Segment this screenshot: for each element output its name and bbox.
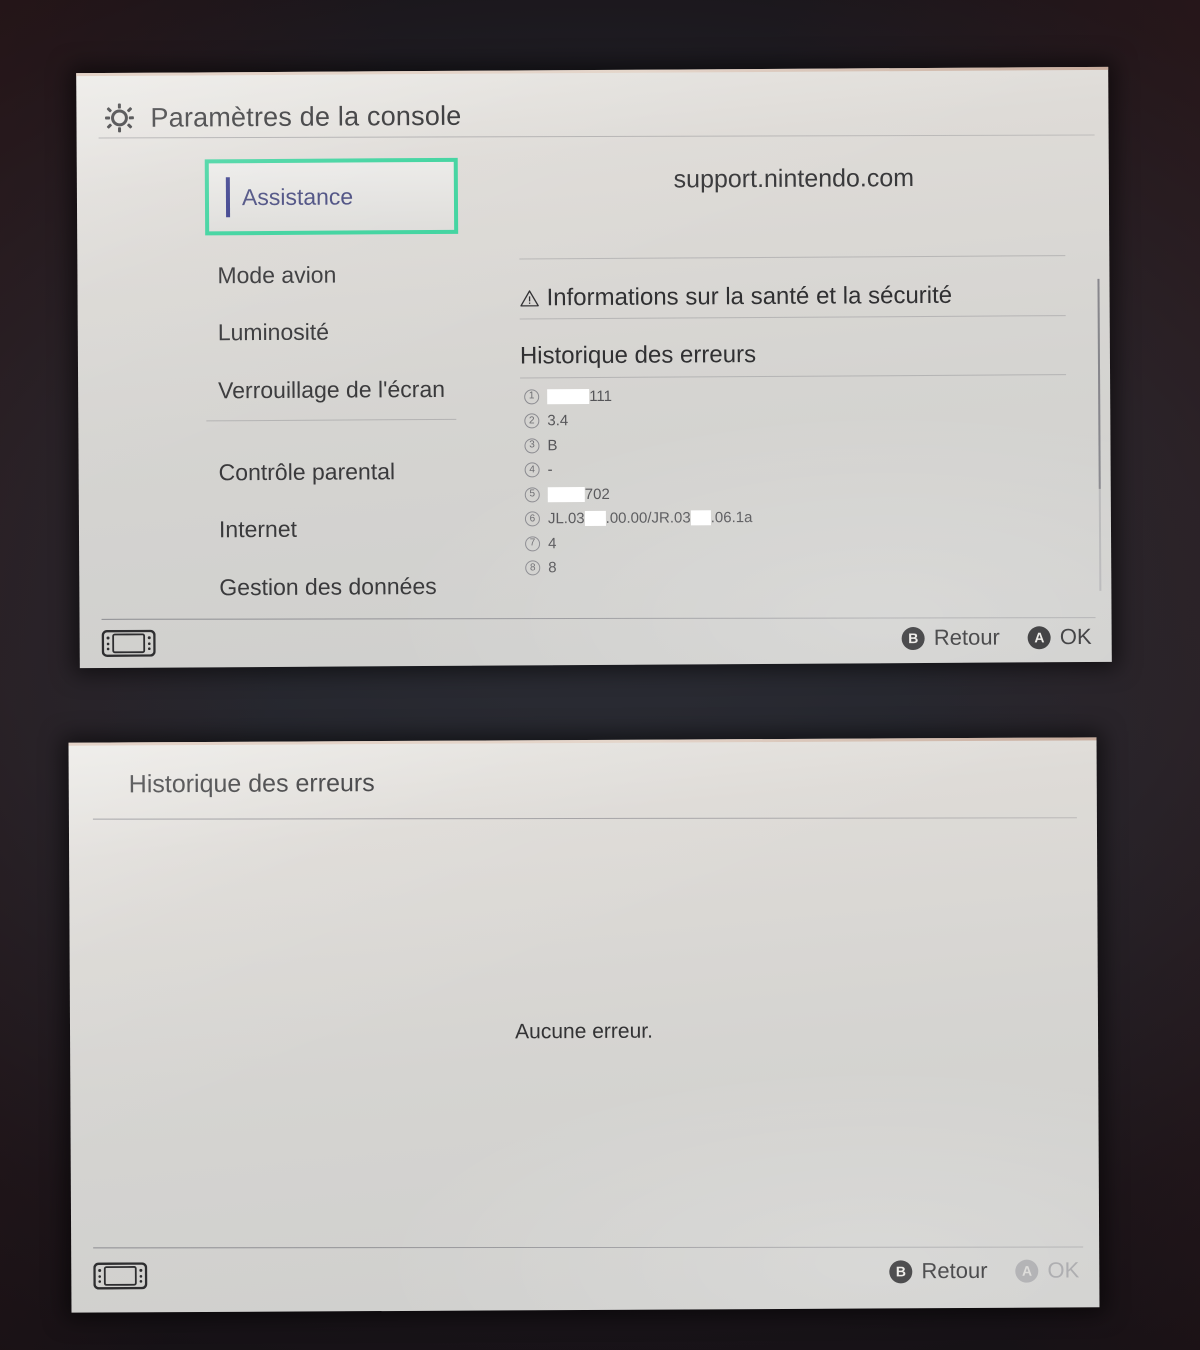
console-info-row: 74 (525, 530, 753, 556)
sidebar-item-internet[interactable]: Internet (219, 516, 297, 543)
sidebar-item-assistance[interactable]: Assistance (204, 157, 459, 236)
console-info-index: 2 (524, 413, 540, 429)
sidebar-item-verrouillage-ecran[interactable]: Verrouillage de l'écran (218, 376, 445, 404)
error-history-screen: Historique des erreurs Aucune erreur. B … (68, 737, 1100, 1313)
sidebar-item-mode-avion[interactable]: Mode avion (217, 262, 336, 290)
console-info-text: .06.1a (710, 509, 753, 527)
selection-cursor-bar (225, 177, 231, 218)
hint-back[interactable]: B Retour (901, 624, 1000, 652)
gear-icon (105, 103, 134, 133)
a-button-icon: A (1027, 625, 1051, 649)
settings-sidebar: Assistance Mode avion Luminosité Verroui… (99, 153, 472, 616)
console-info-row: 2 3.4 (524, 408, 752, 434)
console-info-text: JL.03 (547, 510, 585, 528)
console-info-list: 1 111 2 3.4 3 B 4-5 702 6 JL.03.00.00/JR.03.06.1a… (524, 383, 753, 580)
console-info-index: 7 (525, 536, 541, 552)
console-info-text: 8 (548, 559, 557, 577)
console-info-value: B (547, 437, 557, 454)
sidebar-item-controle-parental[interactable]: Contrôle parental (219, 458, 396, 486)
console-info-row: 88 (525, 555, 753, 581)
error-history-title: Historique des erreurs (128, 769, 375, 799)
console-info-text: 4 (548, 534, 557, 553)
console-info-row: 3B (524, 432, 752, 458)
redacted-block (547, 486, 585, 503)
menu-item-label: Informations sur la santé et la sécurité (546, 281, 953, 312)
warning-triangle-icon (520, 290, 539, 307)
support-url-text: support.nintendo.com (673, 164, 915, 194)
console-settings-screen: Paramètres de la console Assistance Mode… (76, 66, 1112, 669)
console-info-text: - (547, 461, 553, 479)
hint-ok-label: OK (1047, 1257, 1080, 1283)
console-info-text: 111 (589, 387, 613, 405)
content-divider-bottom (520, 374, 1067, 379)
sidebar-item-luminosite[interactable]: Luminosité (218, 319, 329, 347)
hint-ok: A OK (1015, 1257, 1079, 1283)
hint-ok-label: OK (1059, 623, 1092, 650)
redacted-block (584, 511, 606, 527)
console-info-index: 6 (524, 511, 540, 527)
console-info-value: 8 (548, 559, 556, 576)
menu-item-error-history[interactable]: Historique des erreurs (520, 341, 756, 370)
console-info-row: 4- (524, 457, 753, 483)
footer-bar: B Retour A OK (101, 614, 1092, 666)
empty-state-message: Aucune erreur. (515, 1019, 653, 1044)
content-divider-mid (519, 315, 1066, 320)
footer-bar: B Retour A OK (93, 1247, 1079, 1298)
console-info-row: 5 702 (524, 481, 753, 507)
button-hints: B Retour A OK (901, 623, 1092, 652)
switch-console-icon (101, 629, 156, 657)
console-info-value: JL.03 .00.00/JR.03 .06.1a (548, 509, 753, 527)
sidebar-item-gestion-donnees[interactable]: Gestion des données (219, 573, 437, 601)
sidebar-divider (206, 418, 457, 422)
settings-main-content: support.nintendo.com Informations sur la… (497, 149, 1094, 614)
hint-ok[interactable]: A OK (1027, 623, 1092, 650)
menu-item-label: Historique des erreurs (519, 341, 757, 370)
console-info-index: 5 (524, 487, 540, 503)
button-hints: B Retour A OK (889, 1257, 1079, 1284)
console-info-value: 3.4 (547, 412, 568, 429)
hint-back-label: Retour (933, 624, 1000, 650)
scrollbar-thumb[interactable] (1097, 278, 1101, 489)
menu-item-health-safety[interactable]: Informations sur la santé et la sécurité (519, 282, 952, 313)
sidebar-item-label: Assistance (241, 182, 354, 210)
console-info-index: 4 (524, 462, 540, 478)
console-info-value: - (548, 462, 553, 479)
console-info-index: 8 (525, 560, 541, 576)
console-info-value: 702 (547, 485, 610, 503)
error-history-title-divider (92, 817, 1077, 820)
page-title: Paramètres de la console (150, 100, 462, 133)
redacted-block (547, 388, 590, 405)
console-info-row: 1 111 (524, 383, 752, 409)
redacted-block (690, 510, 711, 526)
console-info-value: 4 (548, 535, 556, 552)
console-info-index: 1 (524, 389, 540, 405)
console-info-row: 6 JL.03 .00.00/JR.03 .06.1a (524, 506, 753, 532)
hint-back-label: Retour (921, 1257, 988, 1284)
switch-console-icon (93, 1261, 148, 1290)
console-info-text: .00.00/JR.03 (605, 509, 691, 528)
b-button-icon: B (889, 1259, 913, 1283)
b-button-icon: B (901, 626, 925, 650)
a-button-icon: A (1015, 1259, 1039, 1283)
console-info-text: 3.4 (547, 412, 569, 430)
console-info-text: 702 (584, 485, 610, 503)
hint-back[interactable]: B Retour (889, 1257, 988, 1285)
content-divider-top (519, 255, 1066, 260)
console-info-index: 3 (524, 438, 540, 454)
console-info-text: B (547, 436, 558, 455)
console-info-value: 111 (547, 388, 612, 405)
